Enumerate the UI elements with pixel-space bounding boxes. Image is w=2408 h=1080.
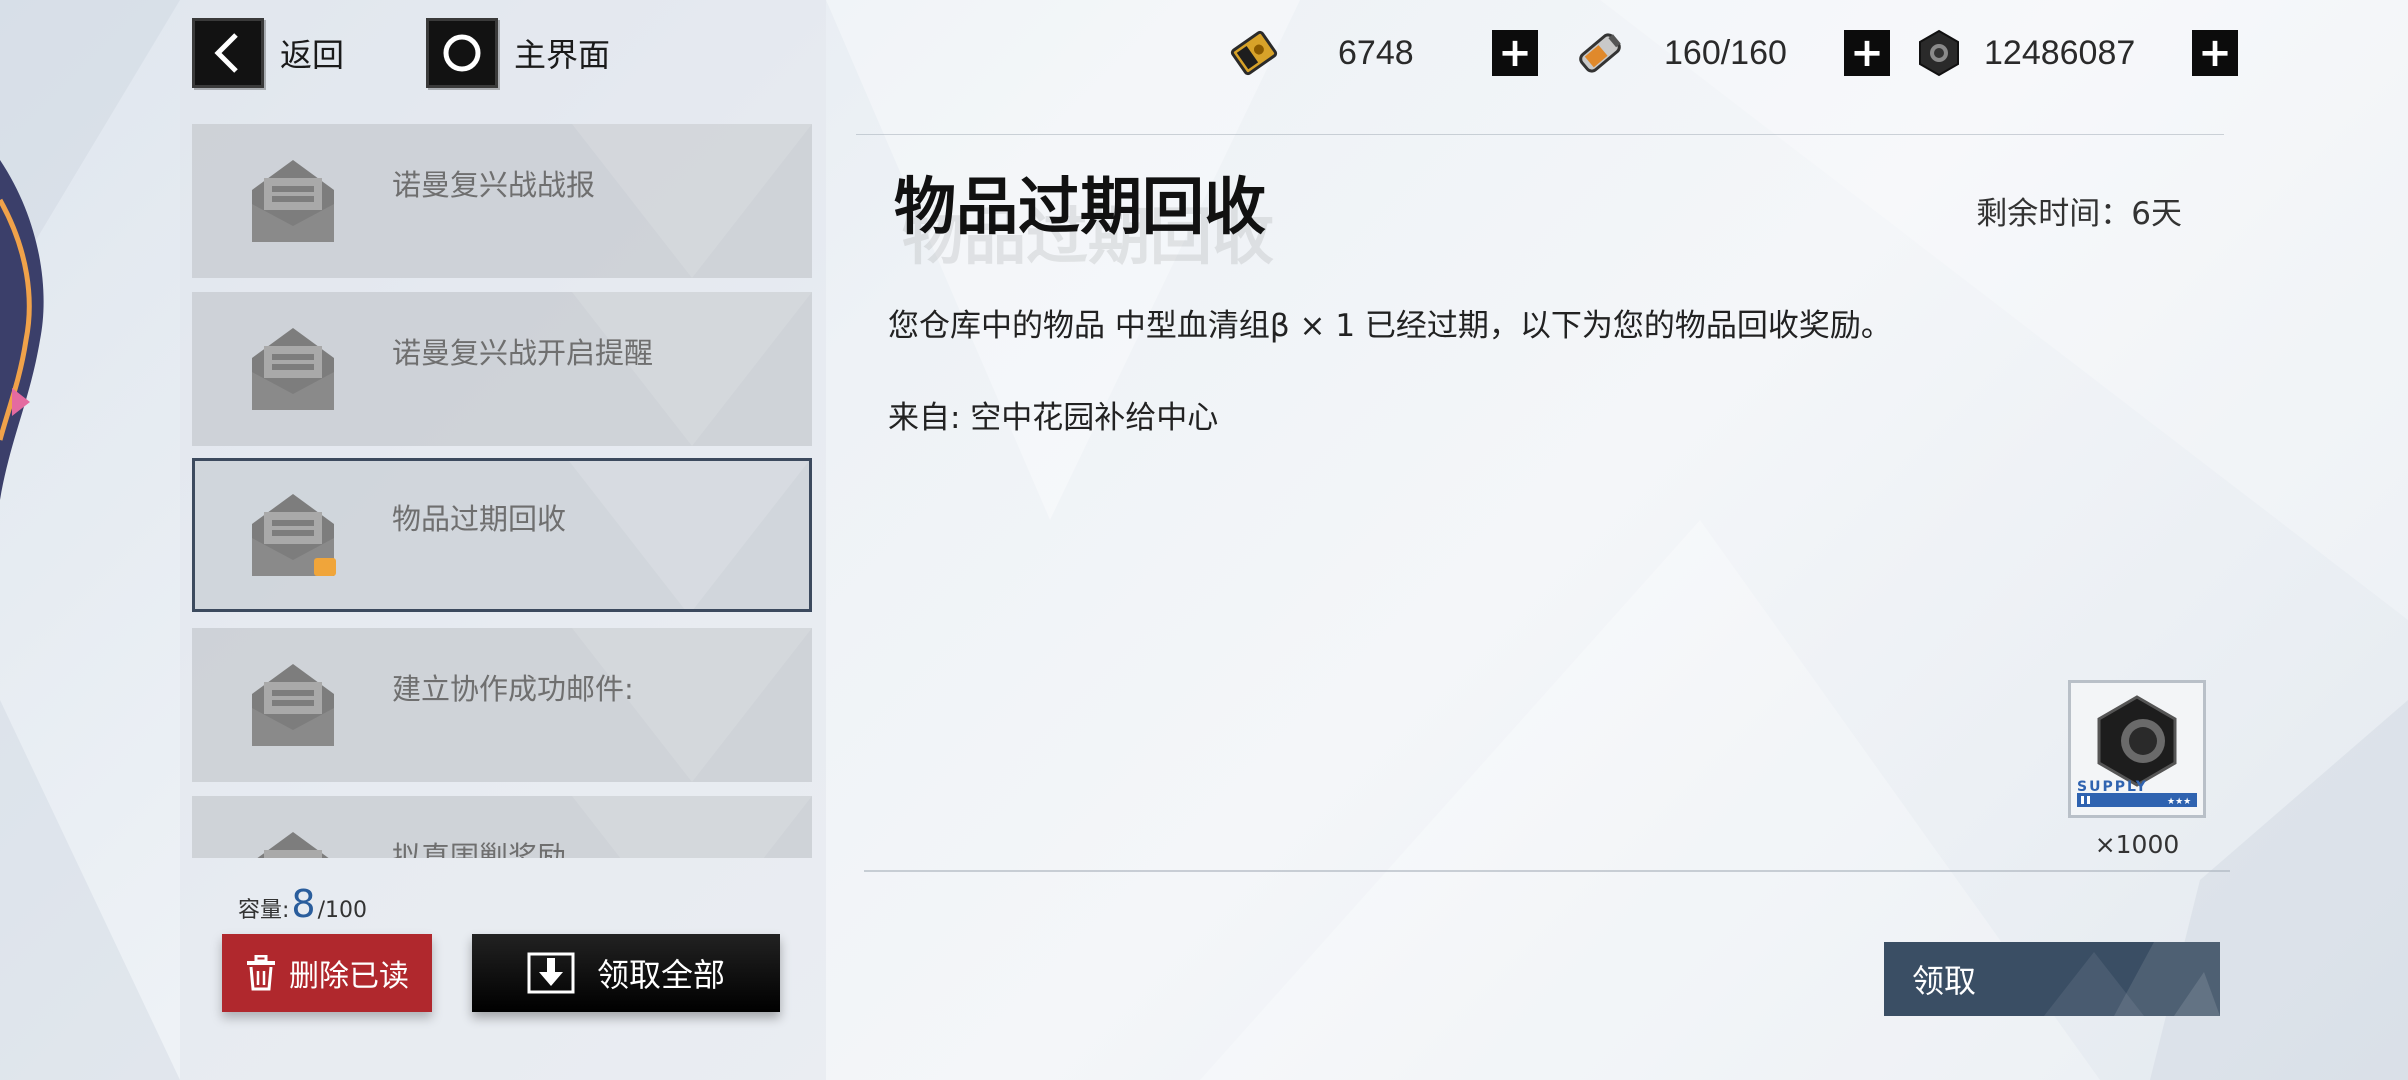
capacity-max: /100 <box>317 898 368 923</box>
claim-button[interactable]: 领取 <box>1884 942 2220 1016</box>
energy-cell-icon <box>1579 33 1621 73</box>
resource-gold-value: 6748 <box>1338 33 1414 72</box>
home-circle-icon <box>426 18 498 88</box>
envelope-open-icon <box>252 664 334 746</box>
detail-divider-top <box>856 134 2224 135</box>
add-energy-button[interactable]: + <box>1844 30 1890 76</box>
mail-list[interactable]: 诺曼复兴战战报 诺曼复兴战开启提醒 物品过期回收 建立协作成功邮件: 拟真围剿奖… <box>192 124 812 858</box>
mail-title: 物品过期回收 <box>392 502 567 536</box>
mail-body: 您仓库中的物品 中型血清组β × 1 已经过期，以下为您的物品回收奖励。 <box>888 308 1892 344</box>
claim-label: 领取 <box>1912 962 1977 1000</box>
resource-energy-value: 160/160 <box>1664 33 1787 72</box>
home-label: 主界面 <box>514 36 611 74</box>
mail-title: 建立协作成功邮件: <box>392 672 634 706</box>
envelope-open-icon <box>252 328 334 410</box>
capacity-current: 8 <box>291 882 316 926</box>
trash-icon <box>247 955 275 991</box>
home-button[interactable]: 主界面 <box>426 18 610 88</box>
hex-nut-icon <box>1919 29 1959 77</box>
back-label: 返回 <box>280 36 345 74</box>
reward-quantity: ×1000 <box>2094 830 2180 859</box>
back-arrow-icon <box>192 18 264 88</box>
remaining-time: 剩余时间：6天 <box>1976 196 2182 232</box>
mail-item[interactable]: 诺曼复兴战战报 <box>192 124 812 278</box>
mail-item[interactable]: 建立协作成功邮件: <box>192 628 812 782</box>
mail-sender: 来自: 空中花园补给中心 <box>888 400 1219 436</box>
side-tab-decoration <box>0 160 44 500</box>
mail-item[interactable]: 诺曼复兴战开启提醒 <box>192 292 812 446</box>
resource-nuts: 12486087 + <box>1914 22 2238 84</box>
mail-title: 拟真围剿奖励 <box>392 840 567 858</box>
delete-read-button[interactable]: 删除已读 <box>222 934 432 1012</box>
resource-nuts-value: 12486087 <box>1984 33 2136 72</box>
mail-capacity: 容量: 8 /100 <box>238 882 367 926</box>
download-icon <box>527 952 575 994</box>
delete-read-label: 删除已读 <box>289 959 409 994</box>
back-button[interactable]: 返回 <box>192 18 344 88</box>
gold-ticket-icon <box>1230 30 1278 76</box>
mail-title: 诺曼复兴战战报 <box>392 168 596 202</box>
capacity-label: 容量: <box>238 898 290 923</box>
mail-title: 诺曼复兴战开启提醒 <box>392 336 654 370</box>
envelope-open-icon <box>257 832 329 858</box>
add-nuts-button[interactable]: + <box>2192 30 2238 76</box>
reward-badge: SUPPLY <box>2077 779 2148 795</box>
resource-gold: 6748 + <box>1226 22 1538 84</box>
hex-nut-icon: ★★★ <box>2077 695 2197 807</box>
resource-energy: 160/160 + <box>1572 22 1890 84</box>
svg-text:★★★: ★★★ <box>2167 797 2191 807</box>
page-title: 物品过期回收 <box>894 170 1267 243</box>
attachment-icon <box>314 558 336 576</box>
claim-all-label: 领取全部 <box>596 956 725 994</box>
mail-item-selected[interactable]: 物品过期回收 <box>192 458 812 612</box>
envelope-open-icon <box>252 160 334 242</box>
detail-divider-bottom <box>864 870 2230 872</box>
envelope-open-icon <box>252 494 336 576</box>
mail-item[interactable]: 拟真围剿奖励 <box>192 796 812 858</box>
add-gold-button[interactable]: + <box>1492 30 1538 76</box>
reward-item[interactable]: ★★★ SUPPLY <box>2068 680 2206 818</box>
claim-all-button[interactable]: 领取全部 <box>472 934 780 1012</box>
